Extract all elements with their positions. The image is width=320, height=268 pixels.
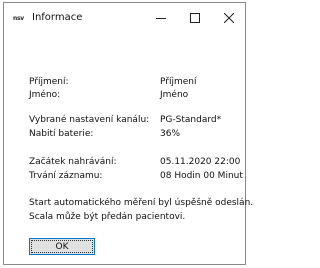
battery-row: Nabití baterie: 36% [29, 129, 245, 141]
ok-button-label: OK [55, 241, 69, 252]
battery-value: 36% [160, 129, 181, 139]
dialog-content: Příjmení: Příjmení Jméno: Jméno Vybrané … [4, 33, 254, 264]
recording-duration-label: Trvání záznamu: [29, 171, 103, 181]
channel-setting-label: Vybrané nastavení kanálu: [29, 115, 150, 125]
recording-start-label: Začátek nahrávání: [29, 157, 117, 167]
window-title: Informace [32, 12, 83, 23]
status-message: Start automatického měření byl úspěšně o… [29, 196, 254, 224]
surname-label: Příjmení: [29, 77, 69, 87]
recording-duration-row: Trvání záznamu: 08 Hodin 00 Minut [29, 171, 245, 183]
title-bar[interactable]: nsv Informace [4, 3, 245, 33]
recording-duration-value: 08 Hodin 00 Minut [160, 171, 243, 181]
recording-start-value: 05.11.2020 22:00 [160, 157, 241, 167]
maximize-button[interactable] [180, 3, 210, 33]
surname-value: Příjmení [160, 77, 197, 87]
minimize-button[interactable] [146, 3, 176, 33]
app-icon: nsv [13, 15, 24, 22]
recording-start-row: Začátek nahrávání: 05.11.2020 22:00 [29, 157, 245, 169]
status-message-line-2: Scala může být předán pacientovi. [29, 212, 186, 222]
status-message-line-1: Start automatického měření byl úspěšně o… [29, 198, 254, 208]
first-name-value: Jméno [160, 90, 189, 100]
surname-row: Příjmení: Příjmení [29, 77, 245, 89]
battery-label: Nabití baterie: [29, 129, 94, 139]
channel-setting-value: PG-Standard* [160, 115, 222, 125]
minimize-icon [156, 18, 166, 19]
maximize-icon [190, 13, 200, 23]
ok-button[interactable]: OK [29, 238, 95, 255]
close-icon [224, 13, 234, 23]
first-name-row: Jméno: Jméno [29, 90, 245, 102]
first-name-label: Jméno: [29, 90, 61, 100]
channel-setting-row: Vybrané nastavení kanálu: PG-Standard* [29, 115, 245, 127]
close-button[interactable] [214, 3, 244, 33]
information-dialog: nsv Informace Příjmení: Příjmení Jméno: … [3, 2, 254, 265]
